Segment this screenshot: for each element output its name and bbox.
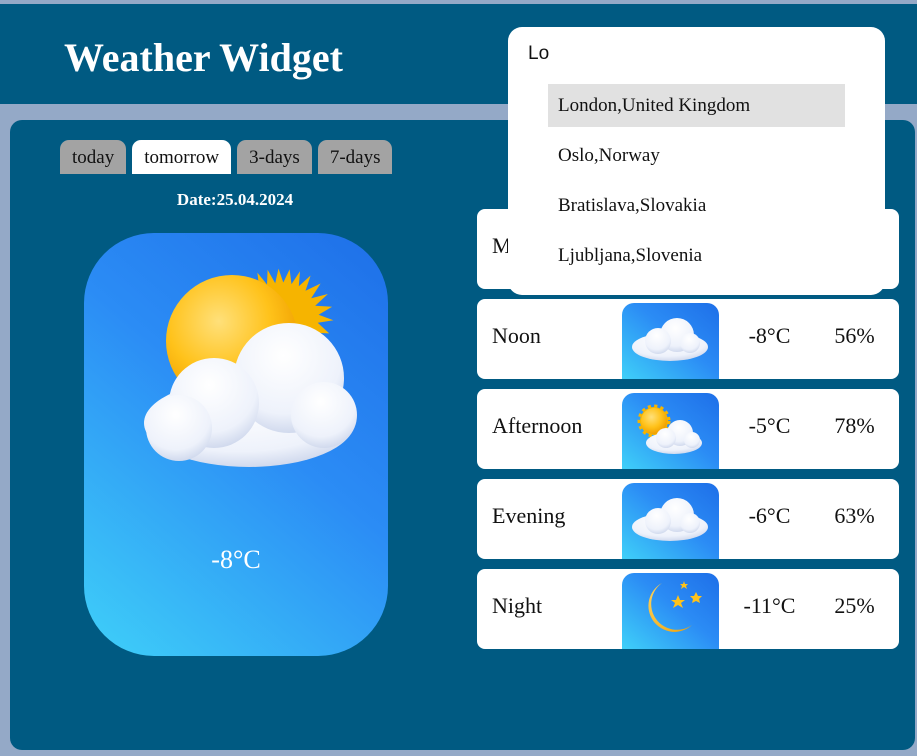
tab-today[interactable]: today — [60, 140, 127, 174]
forecast-date: Date:25.04.2024 — [176, 190, 294, 209]
forecast-row-night: Night -11°C 25% — [477, 569, 899, 649]
row-label: Noon — [492, 323, 541, 348]
row-label: Afternoon — [492, 413, 583, 438]
row-temperature: -11°C — [743, 593, 796, 618]
row-humidity: 63% — [834, 503, 875, 528]
cloud-icon — [622, 303, 719, 379]
cloud-icon — [622, 483, 719, 559]
row-temperature: -8°C — [748, 323, 791, 348]
row-temperature: -5°C — [748, 413, 791, 438]
suggestion-bratislava[interactable]: Bratislava,Slovakia — [548, 184, 845, 227]
suggestion-ljubljana[interactable]: Ljubljana,Slovenia — [548, 234, 845, 277]
sun-behind-cloud-icon — [144, 268, 357, 467]
forecast-tabs: today tomorrow 3-days 7-days — [60, 140, 393, 174]
main-temperature: -8°C — [211, 545, 261, 574]
city-search-dropdown: London,United Kingdom Oslo,Norway Bratis… — [508, 27, 885, 295]
forecast-row-afternoon: Afternoon -5°C 78% — [477, 389, 899, 469]
sun-behind-cloud-icon — [622, 393, 719, 469]
row-temperature: -6°C — [748, 503, 791, 528]
row-humidity: 78% — [834, 413, 875, 438]
forecast-row-noon: Noon -8°C 56% — [477, 299, 899, 379]
suggestion-london[interactable]: London,United Kingdom — [548, 84, 845, 127]
row-humidity: 25% — [834, 593, 875, 618]
row-label: Evening — [492, 503, 566, 528]
row-label: Night — [492, 593, 543, 618]
city-search-input[interactable] — [528, 39, 868, 69]
row-humidity: 56% — [834, 323, 875, 348]
tab-3-days[interactable]: 3-days — [237, 140, 312, 174]
moon-stars-icon — [622, 573, 719, 649]
forecast-row-evening: Evening -6°C 63% — [477, 479, 899, 559]
app-title: Weather Widget — [64, 35, 343, 80]
main-weather-card: -8°C — [84, 233, 388, 656]
tab-7-days[interactable]: 7-days — [317, 140, 393, 174]
tab-tomorrow[interactable]: tomorrow — [132, 140, 232, 174]
suggestion-oslo[interactable]: Oslo,Norway — [548, 134, 845, 177]
